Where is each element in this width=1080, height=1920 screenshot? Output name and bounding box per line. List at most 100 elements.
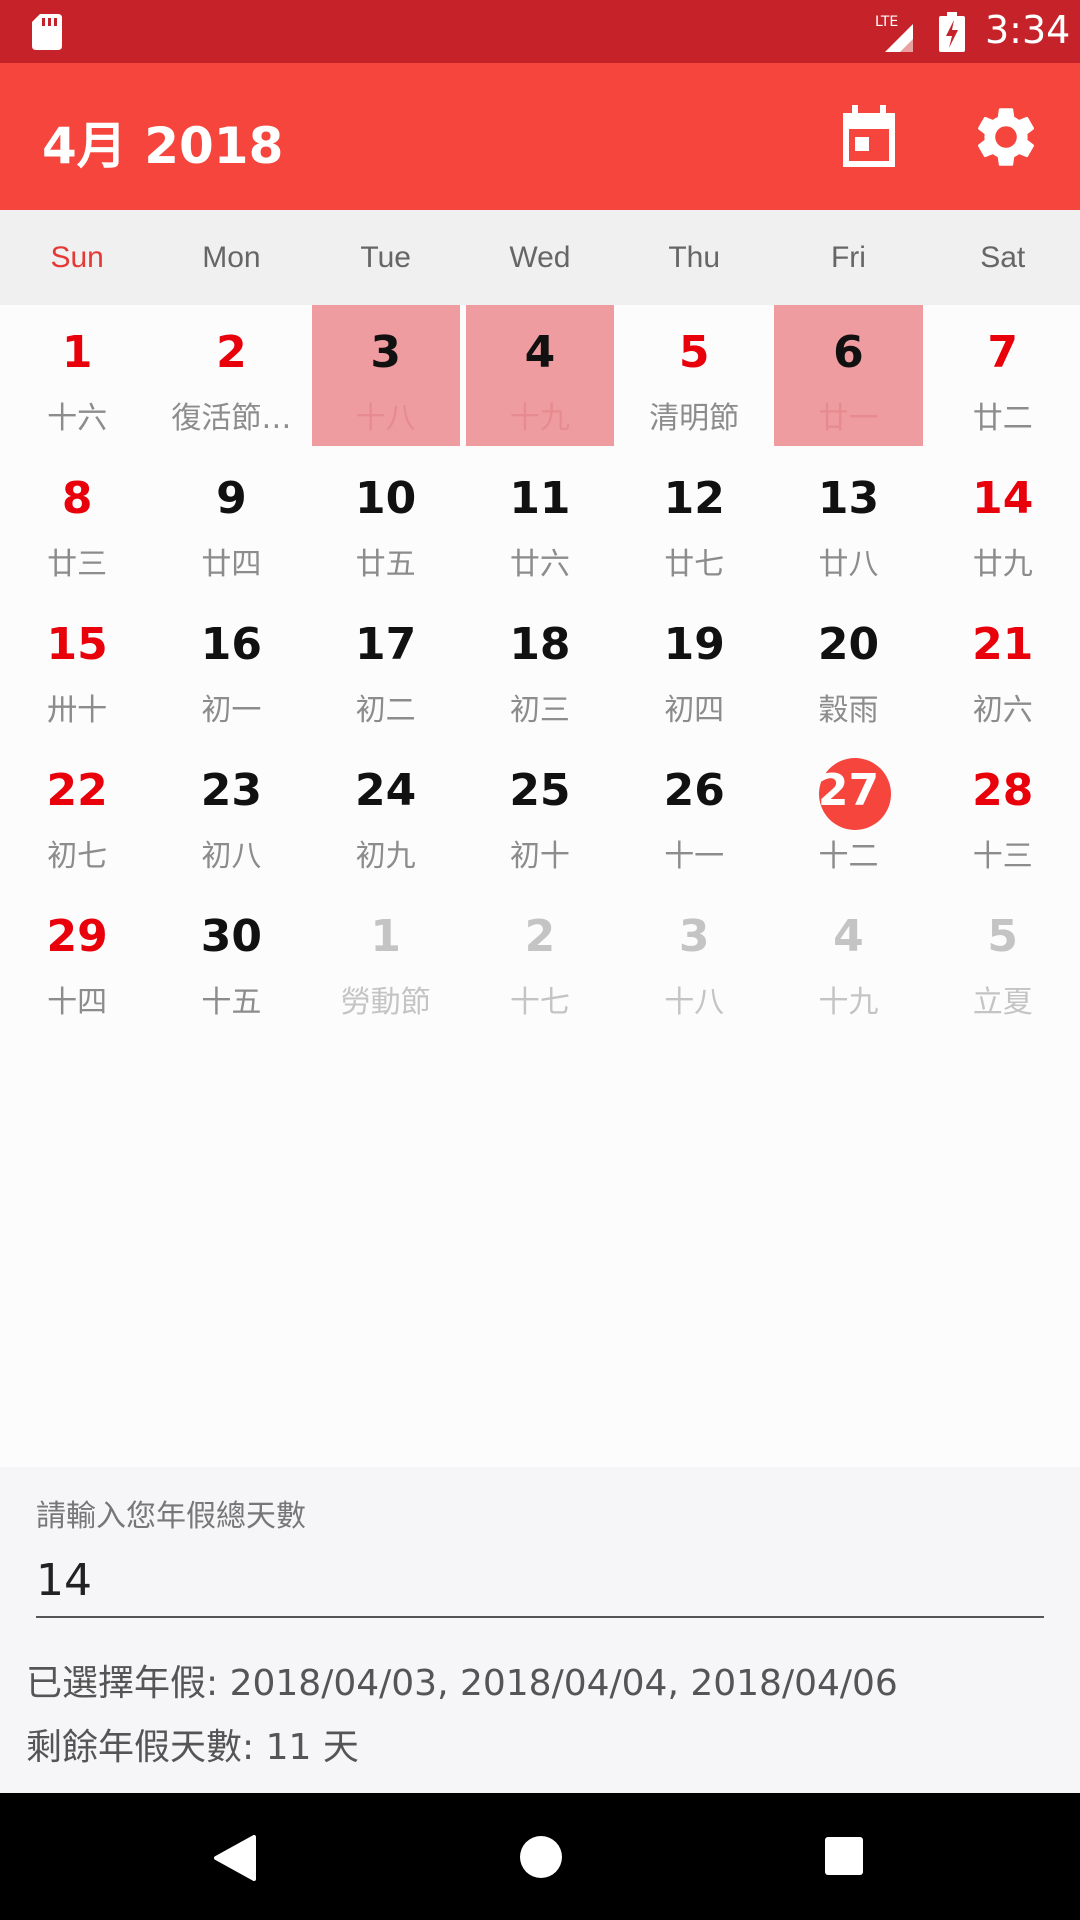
day-number: 2 (524, 911, 556, 962)
day-number: 16 (200, 619, 263, 670)
day-number: 18 (509, 619, 571, 670)
day-number: 29 (46, 911, 108, 962)
calendar-day[interactable]: 5 清明節 (617, 305, 771, 451)
day-number: 20 (817, 619, 880, 670)
lunar-date: 初九 (355, 839, 416, 874)
calendar-day[interactable]: 12 廿七 (617, 451, 771, 597)
calendar-day[interactable]: 16 初一 (154, 597, 308, 743)
calendar-grid: 1 十六 2 復活節… 3 十八 4 十九 5 清明節 6 廿一 7 廿二 8 廿三 9 廿四 10 廿五 11 廿六 12… (0, 305, 1080, 1035)
day-number: 13 (817, 473, 880, 524)
calendar-day[interactable]: 1 十六 (0, 305, 154, 451)
day-number: 3 (678, 911, 710, 962)
calendar-day[interactable]: 2 十七 (463, 889, 617, 1035)
lunar-date: 初八 (201, 839, 262, 874)
calendar-day[interactable]: 7 廿二 (926, 305, 1080, 451)
calendar-day[interactable]: 24 初九 (309, 743, 463, 889)
lunar-date: 初二 (355, 693, 416, 728)
day-number: 1 (61, 327, 93, 378)
selected-leave-text: 已選擇年假: 2018/04/03, 2018/04/04, 2018/04/0… (26, 1663, 898, 1704)
clock: 3:34 (985, 8, 1071, 52)
day-number: 22 (46, 765, 108, 816)
day-number: 24 (355, 765, 417, 816)
calendar-day[interactable]: 18 初三 (463, 597, 617, 743)
calendar-day[interactable]: 19 初四 (617, 597, 771, 743)
calendar-day[interactable]: 27 十二 (771, 743, 925, 889)
day-number: 5 (987, 911, 1019, 962)
calendar-day[interactable]: 4 十九 (771, 889, 925, 1035)
calendar-day[interactable]: 26 十一 (617, 743, 771, 889)
calendar-day[interactable]: 4 十九 (463, 305, 617, 451)
calendar-day[interactable]: 13 廿八 (771, 451, 925, 597)
lunar-date: 十二 (818, 839, 879, 874)
day-number: 27 (817, 765, 880, 816)
lunar-date: 廿一 (818, 401, 879, 436)
lunar-date: 初七 (47, 839, 108, 874)
calendar-day[interactable]: 21 初六 (926, 597, 1080, 743)
calendar-day[interactable]: 28 十三 (926, 743, 1080, 889)
signal-icon: LTE (873, 12, 923, 52)
calendar-day[interactable]: 3 十八 (309, 305, 463, 451)
back-icon[interactable] (212, 1833, 258, 1883)
calendar-day[interactable]: 2 復活節… (154, 305, 308, 451)
lunar-date: 廿七 (664, 547, 725, 582)
day-number: 19 (663, 619, 725, 670)
lunar-date: 復活節… (171, 401, 292, 436)
calendar-day[interactable]: 1 勞動節 (309, 889, 463, 1035)
settings-button[interactable] (970, 101, 1042, 173)
lunar-date: 十六 (47, 401, 108, 436)
calendar-day[interactable]: 30 十五 (154, 889, 308, 1035)
day-number: 1 (370, 911, 401, 962)
weekday-label: Sun (50, 241, 104, 274)
calendar-day[interactable]: 10 廿五 (309, 451, 463, 597)
lunar-date: 初一 (201, 693, 262, 728)
day-number: 4 (524, 327, 556, 378)
day-number: 23 (200, 765, 263, 816)
day-number: 2 (216, 327, 247, 378)
lunar-date: 廿九 (972, 547, 1033, 582)
recents-icon[interactable] (825, 1837, 863, 1875)
day-number: 15 (46, 619, 108, 670)
weekday-label: Tue (360, 241, 411, 274)
calendar-day[interactable]: 25 初十 (463, 743, 617, 889)
calendar-day[interactable]: 14 廿九 (926, 451, 1080, 597)
day-number: 10 (355, 473, 417, 524)
lunar-date: 廿五 (355, 547, 416, 582)
leave-days-input[interactable] (36, 1549, 1044, 1611)
day-number: 5 (678, 327, 710, 378)
lunar-date: 廿六 (509, 547, 570, 582)
calendar-day[interactable]: 9 廿四 (154, 451, 308, 597)
app-bar: 4月 2018 (0, 63, 1080, 210)
weekday-header: Sun Mon Tue Wed Thu Fri Sat (0, 210, 1080, 305)
lunar-date: 十五 (201, 985, 262, 1020)
calendar-day[interactable]: 20 穀雨 (771, 597, 925, 743)
calendar-day[interactable]: 3 十八 (617, 889, 771, 1035)
lunar-date: 初十 (509, 839, 570, 874)
calendar-day[interactable]: 8 廿三 (0, 451, 154, 597)
page-title: 4月 2018 (42, 117, 284, 175)
day-number: 30 (200, 911, 263, 962)
day-number: 4 (833, 911, 864, 962)
weekday-label: Wed (509, 241, 571, 274)
weekday-label: Thu (668, 241, 721, 274)
lunar-date: 廿三 (47, 547, 108, 582)
lunar-date: 初三 (509, 693, 570, 728)
input-underline (36, 1616, 1044, 1618)
lunar-date: 十四 (47, 985, 108, 1020)
lunar-date: 十九 (818, 985, 879, 1020)
today-button[interactable] (835, 103, 903, 171)
calendar-day[interactable]: 11 廿六 (463, 451, 617, 597)
day-number: 26 (663, 765, 725, 816)
lunar-date: 清明節 (649, 401, 740, 436)
calendar-day[interactable]: 17 初二 (309, 597, 463, 743)
calendar-day[interactable]: 5 立夏 (926, 889, 1080, 1035)
remaining-leave-text: 剩餘年假天數: 11 天 (26, 1727, 359, 1768)
lunar-date: 廿四 (201, 547, 262, 582)
calendar-day[interactable]: 6 廿一 (771, 305, 925, 451)
home-icon[interactable] (519, 1835, 563, 1879)
calendar-day[interactable]: 22 初七 (0, 743, 154, 889)
calendar-day[interactable]: 23 初八 (154, 743, 308, 889)
calendar-day[interactable]: 15 卅十 (0, 597, 154, 743)
calendar-day[interactable]: 29 十四 (0, 889, 154, 1035)
lunar-date: 十八 (664, 985, 725, 1020)
lunar-date: 十八 (355, 401, 416, 436)
